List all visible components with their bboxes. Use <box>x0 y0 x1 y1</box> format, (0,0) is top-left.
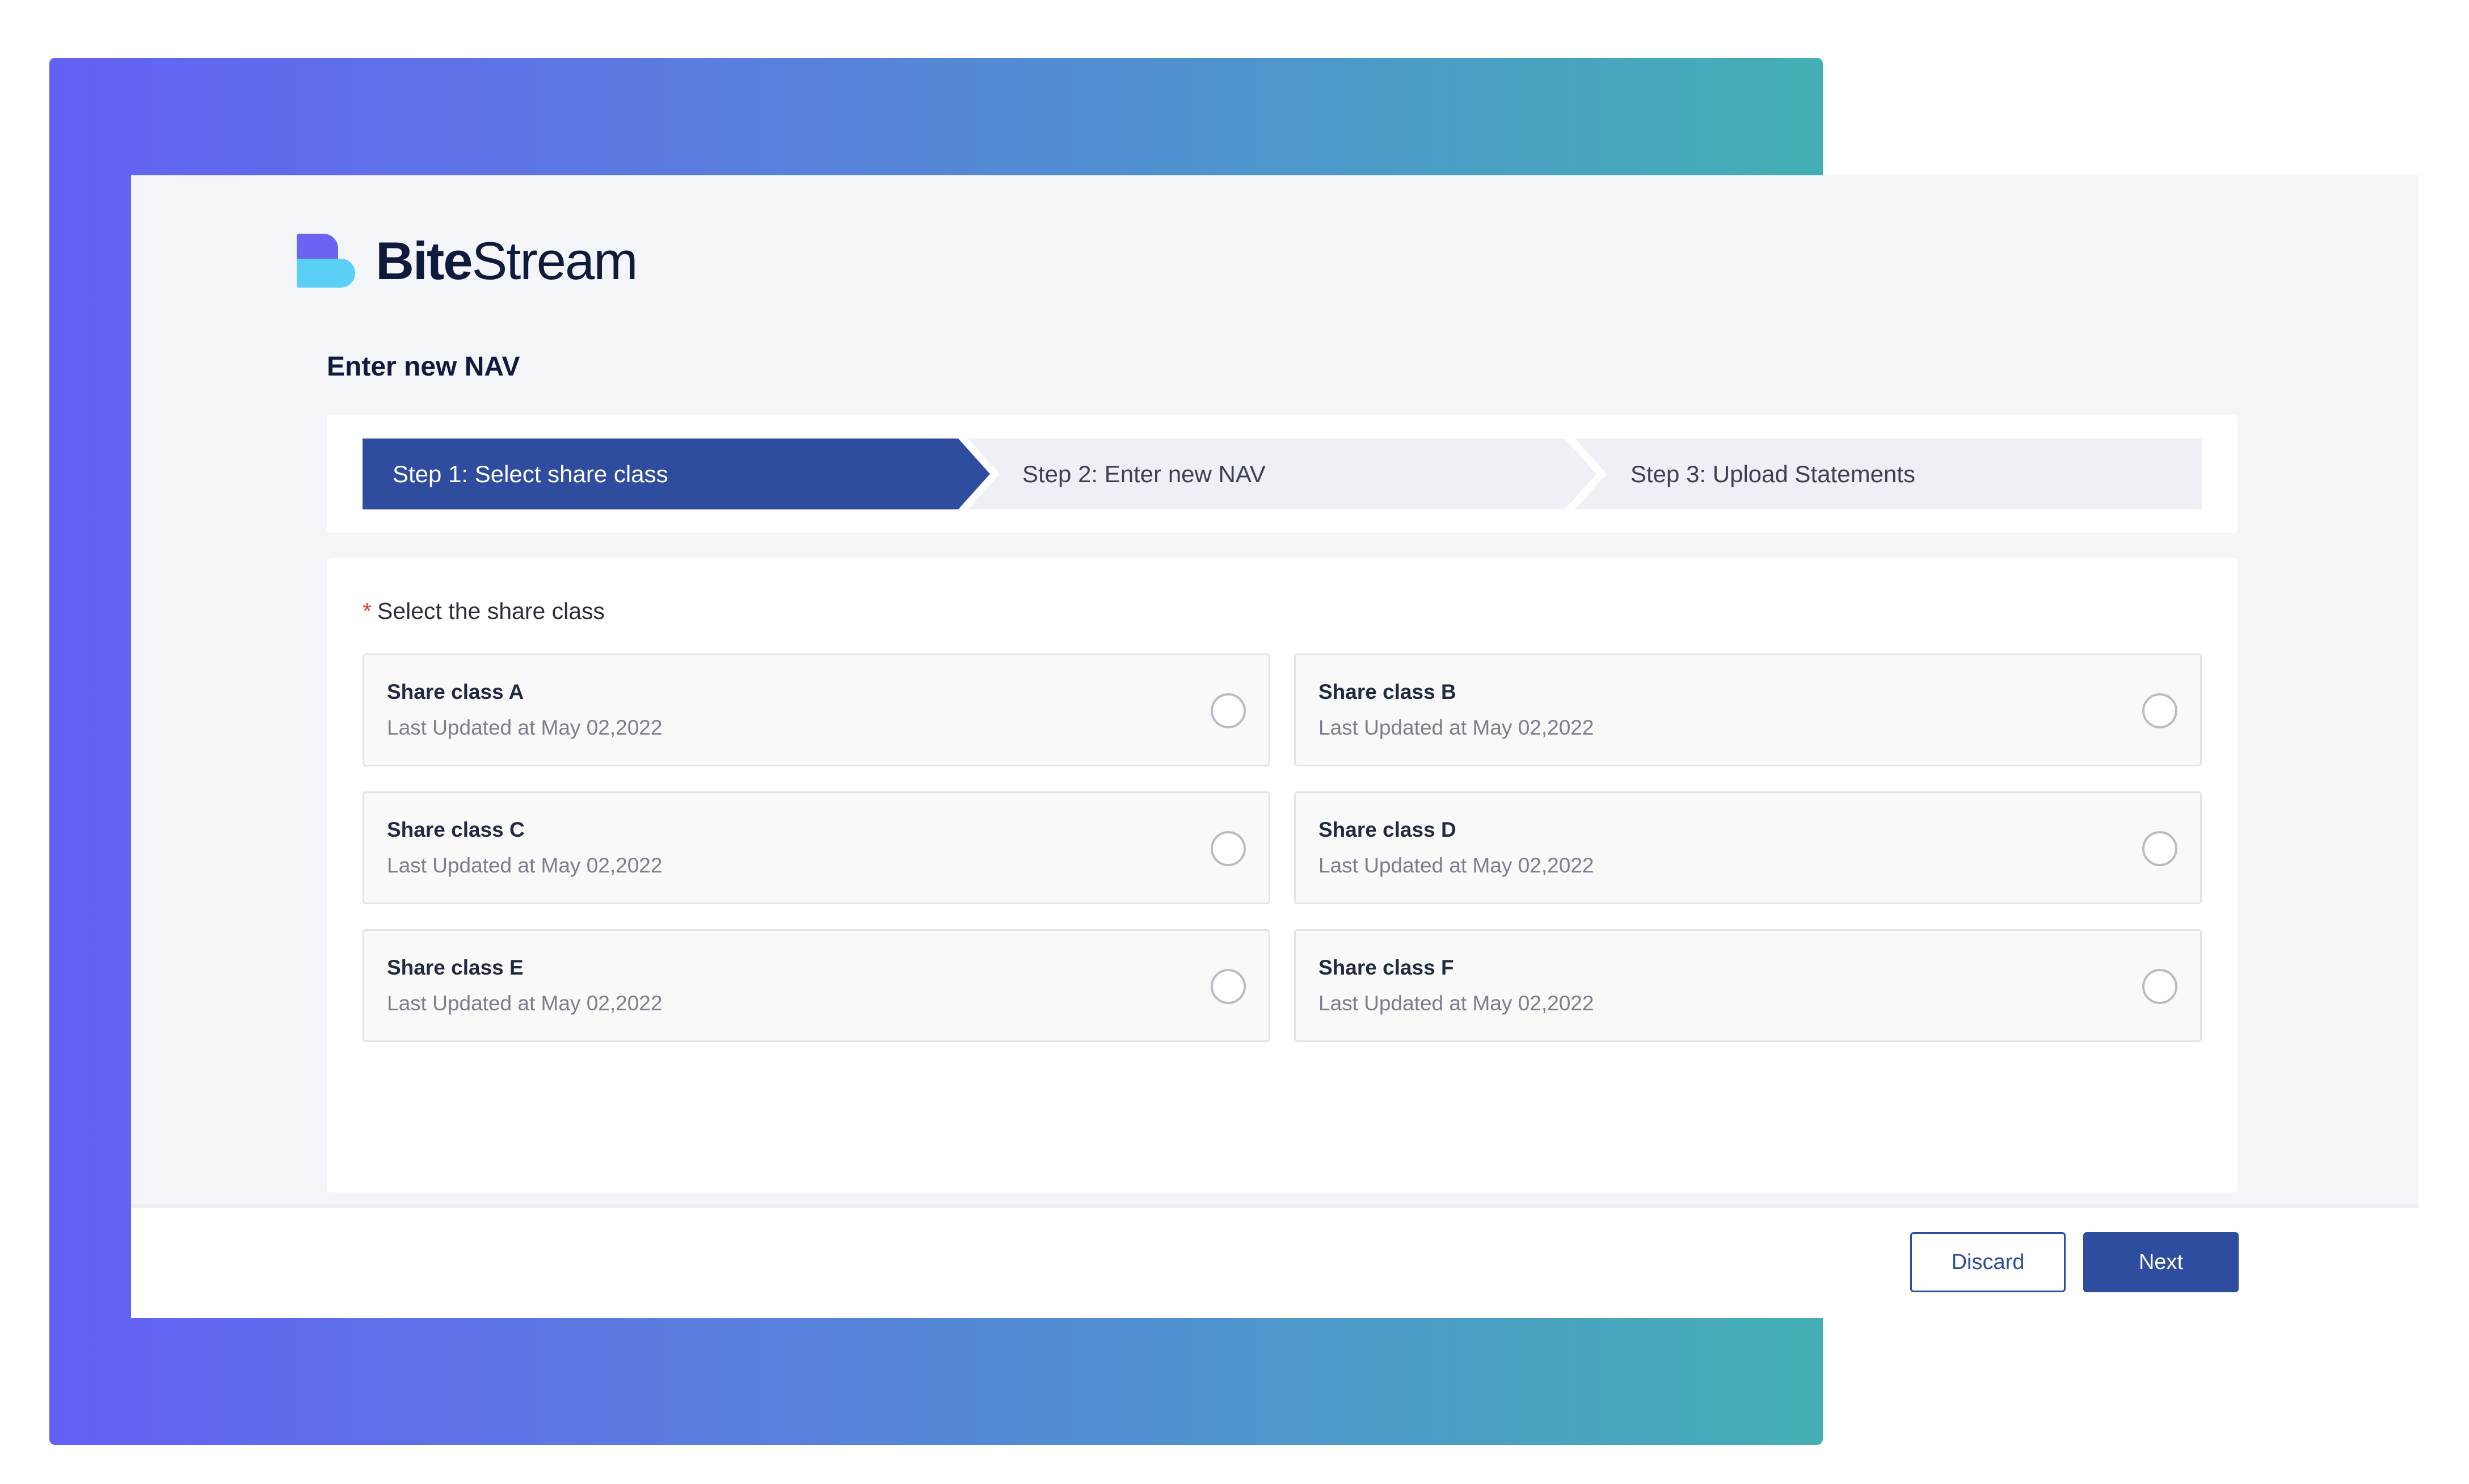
option-last-updated: Last Updated at May 02,2022 <box>1318 992 1594 1015</box>
step-label: Step 3: Upload Statements <box>1630 460 1915 487</box>
radio-button[interactable] <box>1211 969 1246 1004</box>
option-name: Share class C <box>387 818 525 841</box>
radio-button[interactable] <box>2142 831 2177 866</box>
footer-bar <box>131 1204 2419 1318</box>
step-select-share-class[interactable]: Step 1: Select share class <box>363 439 990 509</box>
step-upload-statements[interactable]: Step 3: Upload Statements <box>1575 439 2202 509</box>
share-class-option-b[interactable]: Share class B Last Updated at May 02,202… <box>1294 654 2202 766</box>
stepper-card: Step 1: Select share class Step 2: Enter… <box>327 415 2238 533</box>
share-class-option-f[interactable]: Share class F Last Updated at May 02,202… <box>1294 929 2202 1042</box>
app-window: BiteStream Enter new NAV Step 1: Select … <box>131 175 2419 1318</box>
next-button[interactable]: Next <box>2083 1232 2239 1292</box>
option-name: Share class D <box>1318 818 1456 841</box>
radio-button[interactable] <box>2142 693 2177 728</box>
option-last-updated: Last Updated at May 02,2022 <box>387 854 663 877</box>
radio-button[interactable] <box>1211 693 1246 728</box>
option-last-updated: Last Updated at May 02,2022 <box>387 992 663 1015</box>
share-class-option-d[interactable]: Share class D Last Updated at May 02,202… <box>1294 791 2202 904</box>
share-class-option-c[interactable]: Share class C Last Updated at May 02,202… <box>363 791 1270 904</box>
option-last-updated: Last Updated at May 02,2022 <box>1318 716 1594 739</box>
share-class-field-label: * Select the share class <box>363 598 605 624</box>
step-label: Step 1: Select share class <box>393 460 668 487</box>
brand-logo: BiteStream <box>297 230 638 290</box>
option-name: Share class E <box>387 956 524 979</box>
page-background <box>1823 1318 2419 1484</box>
discard-button[interactable]: Discard <box>1910 1232 2066 1292</box>
radio-button[interactable] <box>1211 831 1246 866</box>
option-name: Share class F <box>1318 956 1454 979</box>
step-enter-new-nav[interactable]: Step 2: Enter new NAV <box>968 439 1596 509</box>
option-last-updated: Last Updated at May 02,2022 <box>387 716 663 739</box>
share-class-option-e[interactable]: Share class E Last Updated at May 02,202… <box>363 929 1270 1042</box>
page-title: Enter new NAV <box>327 352 520 382</box>
share-class-option-a[interactable]: Share class A Last Updated at May 02,202… <box>363 654 1270 766</box>
option-name: Share class A <box>387 680 524 703</box>
radio-button[interactable] <box>2142 969 2177 1004</box>
option-name: Share class B <box>1318 680 1456 703</box>
stepper: Step 1: Select share class Step 2: Enter… <box>363 439 2202 509</box>
brand-name: BiteStream <box>376 230 638 290</box>
option-last-updated: Last Updated at May 02,2022 <box>1318 854 1594 877</box>
required-marker: * <box>363 598 372 624</box>
step-label: Step 2: Enter new NAV <box>1022 460 1266 487</box>
bitestream-logo-icon <box>297 234 355 288</box>
share-class-card: * Select the share class Share class A La… <box>327 558 2238 1192</box>
